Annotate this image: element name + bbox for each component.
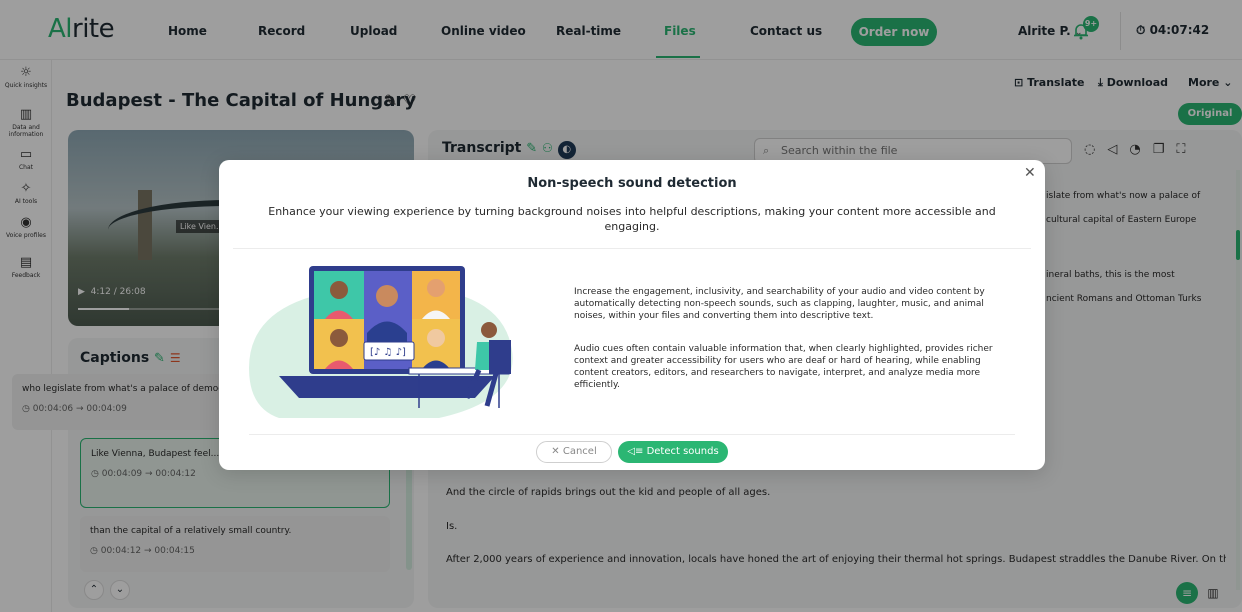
modal-paragraph-1: Increase the engagement, inclusivity, an…: [574, 287, 985, 321]
modal-divider: [233, 248, 1031, 249]
detect-label: Detect sounds: [646, 446, 719, 457]
video-call-illustration: [♪ ♫ ♪]: [249, 266, 513, 418]
modal-title: Non-speech sound detection: [527, 176, 737, 191]
sound-detection-icon: ◁≡: [627, 446, 644, 457]
modal-paragraph-2: Audio cues often contain valuable inform…: [574, 344, 993, 390]
svg-text:[♪ ♫ ♪]: [♪ ♫ ♪]: [370, 347, 406, 358]
cancel-label: Cancel: [562, 446, 597, 457]
app-window: Alrite Home Record Upload Online video R…: [0, 0, 1242, 612]
modal-footer-divider: [249, 434, 1015, 435]
sound-detection-modal: ✕ Non-speech sound detection Enhance you…: [219, 160, 1045, 470]
close-icon: ✕: [551, 446, 560, 457]
detect-sounds-button[interactable]: ◁≡ Detect sounds: [618, 441, 728, 463]
modal-subtitle: Enhance your viewing experience by turni…: [268, 205, 996, 233]
cancel-button[interactable]: ✕ Cancel: [536, 441, 612, 463]
